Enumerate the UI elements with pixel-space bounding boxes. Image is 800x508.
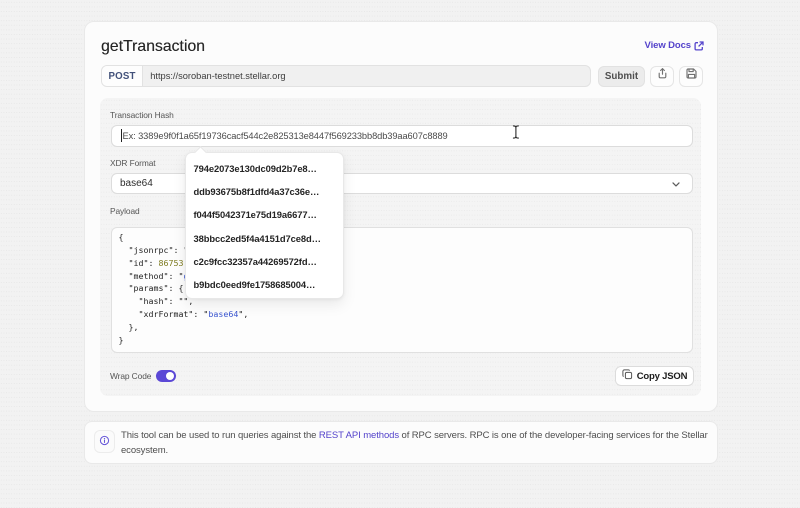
view-docs-link[interactable]: View Docs [645, 40, 704, 51]
share-button[interactable] [650, 65, 674, 87]
share-upload-icon [656, 67, 669, 85]
dropdown-item[interactable]: b9bdc0eed9fe1758685004… [186, 273, 343, 296]
xdr-format-label: XDR Format [110, 158, 156, 168]
code-line: "xdrFormat": "base64", [118, 309, 249, 320]
dropdown-item[interactable]: 794e2073e130dc09d2b7e8… [186, 157, 343, 180]
external-link-icon [694, 40, 704, 51]
info-icon [99, 433, 110, 451]
ibeam-cursor [512, 125, 520, 144]
url-row: POST https://soroban-testnet.stellar.org… [101, 65, 703, 87]
rest-api-methods-link[interactable]: REST API methods [319, 430, 399, 441]
xdr-format-value: base64 [120, 177, 153, 189]
method-badge: POST [102, 66, 144, 86]
wrap-code-label: Wrap Code [110, 371, 152, 381]
dropdown-item[interactable]: ddb93675b8f1dfd4a37c36e… [186, 180, 343, 203]
submit-button[interactable]: Submit [598, 65, 645, 87]
save-icon [685, 67, 698, 85]
toggle-knob [166, 372, 175, 380]
code-line: } [118, 334, 124, 345]
copy-json-button[interactable]: Copy JSON [615, 366, 694, 386]
info-iconbox [94, 430, 115, 453]
save-button[interactable] [679, 65, 703, 87]
endpoint-url: https://soroban-testnet.stellar.org [150, 71, 286, 81]
hash-label: Transaction Hash [110, 110, 174, 120]
info-note-text: This tool can be used to run queries aga… [121, 429, 713, 458]
copy-icon [622, 369, 633, 383]
dropdown-item[interactable]: 38bbcc2ed5f4a4151d7ce8d… [186, 227, 343, 250]
page: { "endpoint": { "title": "getTransaction… [0, 0, 800, 508]
chevron-down-icon [671, 181, 680, 187]
page-title: getTransaction [101, 38, 205, 55]
url-group: POST https://soroban-testnet.stellar.org [101, 65, 591, 87]
dropdown-item[interactable]: c2c9fcc32357a44269572fd… [186, 250, 343, 273]
code-line: }, [118, 321, 139, 332]
dropdown-item[interactable]: f044f5042371e75d19a6677… [186, 203, 343, 226]
info-note-card: This tool can be used to run queries aga… [84, 421, 718, 464]
hash-suggestions-dropdown: 794e2073e130dc09d2b7e8… ddb93675b8f1dfd4a… [185, 146, 344, 299]
transaction-hash-input[interactable] [111, 125, 693, 147]
text-caret [120, 129, 122, 142]
wrap-code-row: Wrap Code [110, 364, 177, 388]
wrap-code-toggle[interactable] [156, 370, 177, 382]
endpoint-card: getTransaction View Docs POST https://so… [84, 21, 718, 412]
copy-json-label: Copy JSON [636, 370, 688, 382]
payload-label: Payload [110, 206, 140, 216]
view-docs-label: View Docs [644, 40, 692, 51]
info-text-before: This tool can be used to run queries aga… [121, 430, 319, 441]
